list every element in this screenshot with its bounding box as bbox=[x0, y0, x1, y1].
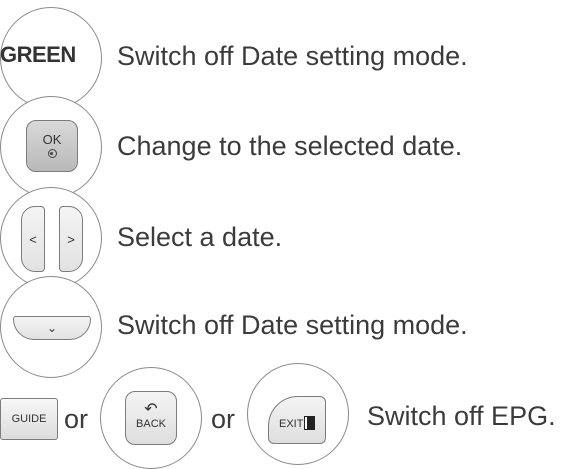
ok-button[interactable]: OK bbox=[26, 120, 78, 172]
ok-dot-icon bbox=[47, 149, 57, 158]
exit-door-icon bbox=[304, 416, 316, 430]
back-button[interactable]: ↶ BACK bbox=[125, 391, 177, 445]
exit-button[interactable]: EXIT bbox=[268, 396, 326, 444]
ok-description: Change to the selected date. bbox=[117, 131, 463, 161]
back-arrow-icon: ↶ bbox=[144, 401, 158, 418]
down-arrow-button[interactable]: ⌄ bbox=[13, 316, 91, 340]
or-label-1: or bbox=[64, 404, 89, 434]
ok-button-circle: OK bbox=[0, 96, 102, 198]
right-arrow-button[interactable]: > bbox=[59, 206, 83, 272]
left-arrow-button[interactable]: < bbox=[21, 206, 45, 272]
ok-button-label: OK bbox=[42, 132, 62, 147]
left-right-button-circle: < > bbox=[0, 187, 102, 289]
down-description: Switch off Date setting mode. bbox=[117, 310, 468, 340]
green-button[interactable]: GREEN bbox=[0, 42, 76, 68]
or-label-2: or bbox=[211, 404, 236, 434]
left-right-description: Select a date. bbox=[117, 222, 283, 252]
exit-button-label: EXIT bbox=[279, 418, 304, 430]
exit-button-circle: EXIT bbox=[247, 363, 349, 465]
green-description: Switch off Date setting mode. bbox=[117, 41, 468, 71]
back-button-label: BACK bbox=[136, 418, 166, 430]
guide-button[interactable]: GUIDE bbox=[0, 398, 58, 440]
down-button-circle: ⌄ bbox=[0, 276, 102, 378]
back-button-circle: ↶ BACK bbox=[100, 367, 202, 469]
exit-description: Switch off EPG. bbox=[367, 401, 556, 431]
